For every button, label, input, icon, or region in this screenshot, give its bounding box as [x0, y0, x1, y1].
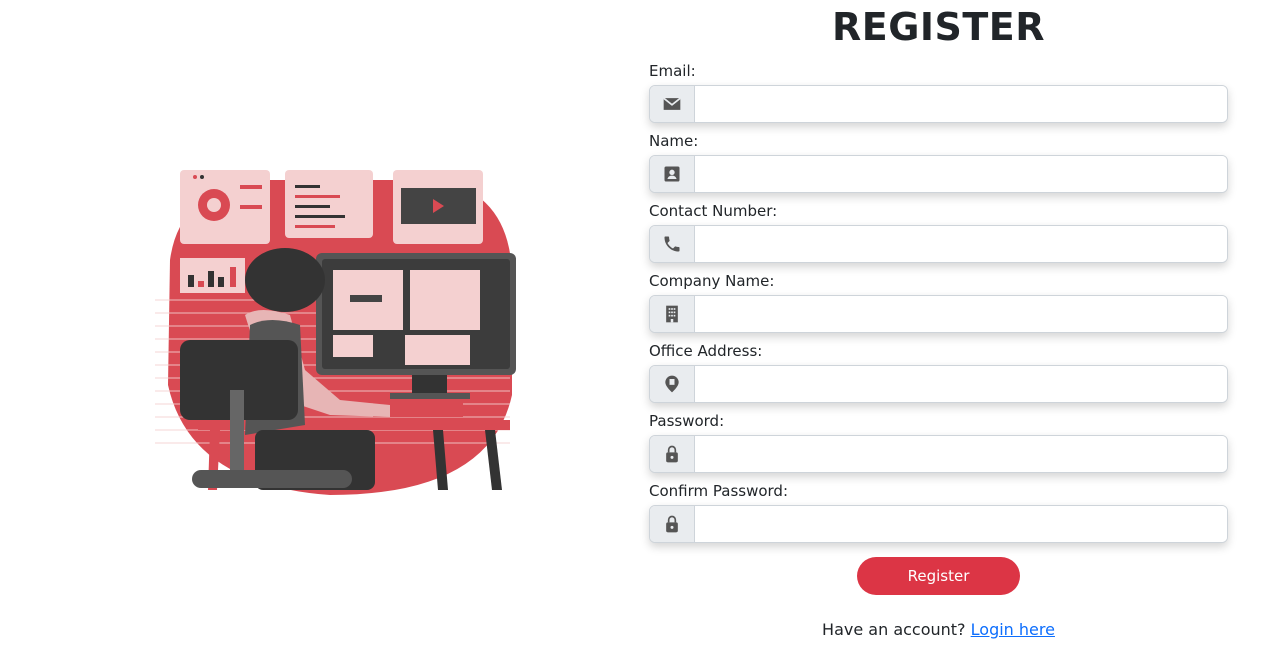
map-pin-icon — [650, 366, 695, 402]
email-field-group: Email: — [649, 62, 1228, 123]
company-name-input[interactable] — [695, 296, 1227, 332]
person-badge-icon — [650, 156, 695, 192]
page-title: REGISTER — [831, 5, 1046, 49]
confirm-password-field-group: Confirm Password: — [649, 482, 1228, 543]
email-input[interactable] — [695, 86, 1227, 122]
confirm-password-label: Confirm Password: — [649, 482, 789, 500]
envelope-icon — [650, 86, 695, 122]
phone-icon — [650, 226, 695, 262]
name-label: Name: — [649, 132, 699, 150]
login-prompt: Have an account? Login here — [649, 620, 1228, 640]
address-label: Office Address: — [649, 342, 763, 360]
email-label: Email: — [649, 62, 696, 80]
hero-illustration — [150, 165, 520, 495]
name-field-group: Name: — [649, 132, 1228, 193]
lock-icon — [650, 436, 695, 472]
password-label: Password: — [649, 412, 725, 430]
register-button[interactable]: Register — [857, 557, 1020, 595]
password-field-group: Password: — [649, 412, 1228, 473]
company-field-group: Company Name: — [649, 272, 1228, 333]
contact-label: Contact Number: — [649, 202, 778, 220]
lock-icon — [650, 506, 695, 542]
contact-number-input[interactable] — [695, 226, 1227, 262]
confirm-password-input[interactable] — [695, 506, 1227, 542]
office-address-input[interactable] — [695, 366, 1227, 402]
contact-field-group: Contact Number: — [649, 202, 1228, 263]
building-icon — [650, 296, 695, 332]
password-input[interactable] — [695, 436, 1227, 472]
address-field-group: Office Address: — [649, 342, 1228, 403]
login-prompt-text: Have an account? — [822, 620, 966, 639]
company-label: Company Name: — [649, 272, 775, 290]
name-input[interactable] — [695, 156, 1227, 192]
login-link[interactable]: Login here — [971, 620, 1055, 639]
